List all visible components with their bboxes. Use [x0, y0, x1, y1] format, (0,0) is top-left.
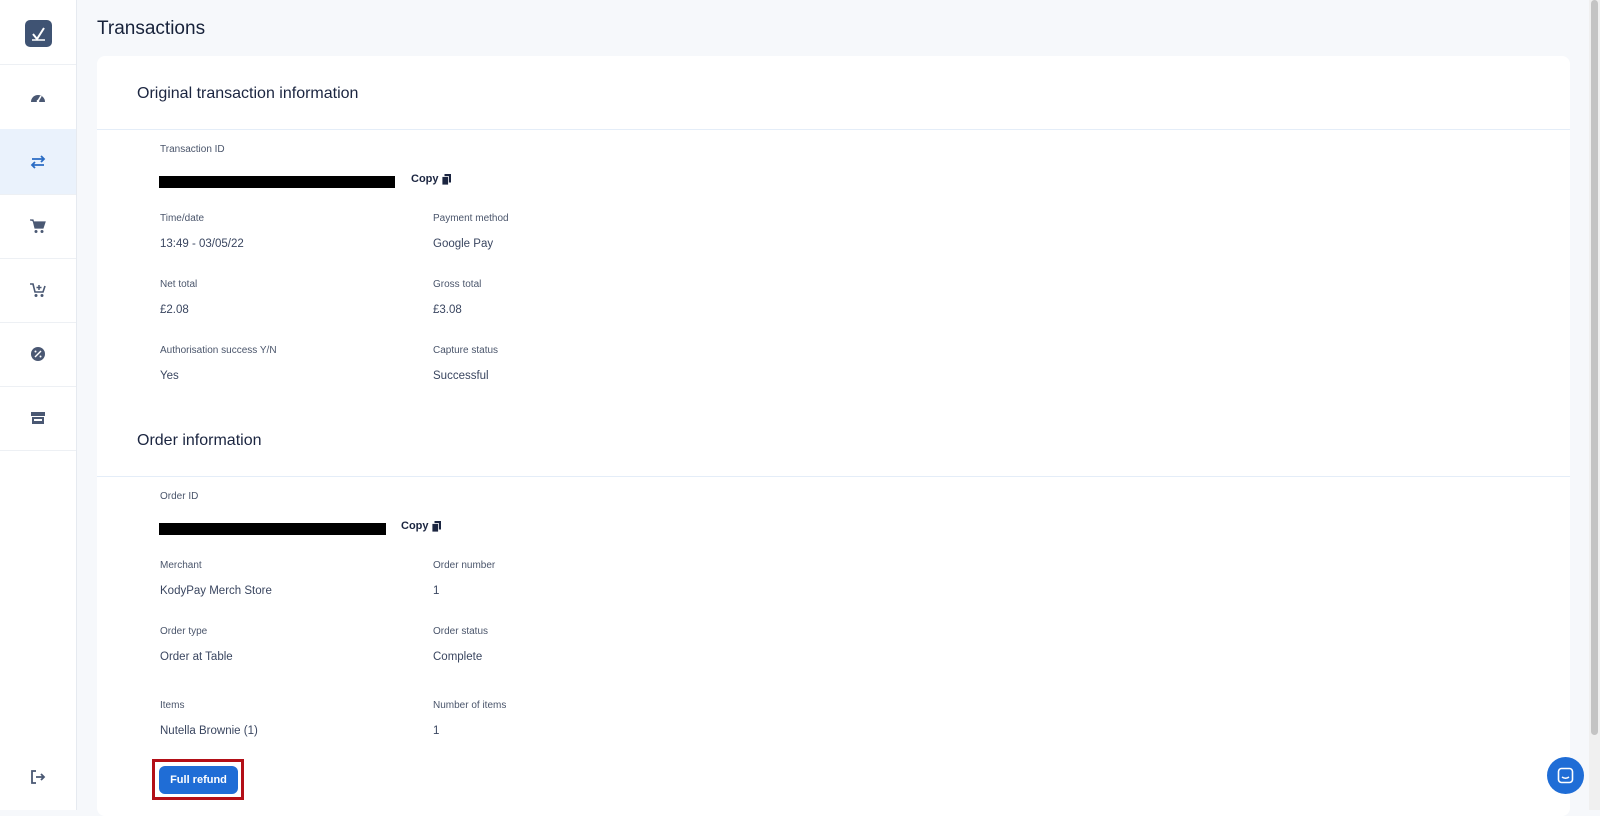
- transaction-id-label: Transaction ID: [160, 144, 225, 155]
- capture-status-value: Successful: [433, 370, 489, 382]
- sidebar-item-dashboard[interactable]: [0, 65, 76, 131]
- transaction-id-redacted: [159, 176, 395, 188]
- number-of-items-label: Number of items: [433, 700, 507, 711]
- section-divider: [97, 129, 1570, 130]
- page-scrollbar[interactable]: [1589, 0, 1600, 810]
- transfer-arrows-icon: [30, 154, 46, 169]
- time-date-label: Time/date: [160, 213, 205, 224]
- order-id-redacted: [159, 523, 386, 535]
- store-icon: [31, 411, 45, 424]
- copy-order-id-button[interactable]: Copy: [401, 520, 441, 532]
- discount-badge-icon: [31, 346, 45, 361]
- number-of-items-value: 1: [433, 725, 440, 737]
- items-label: Items: [160, 700, 185, 711]
- merchant-value: KodyPay Merch Store: [160, 585, 272, 597]
- transaction-details-card: Original transaction information Transac…: [97, 56, 1570, 816]
- chat-icon: [1557, 767, 1574, 784]
- gross-total-value: £3.08: [433, 304, 462, 316]
- order-section-title: Order information: [137, 432, 262, 449]
- sidebar: [0, 0, 77, 810]
- page-title: Transactions: [97, 18, 206, 39]
- order-status-value: Complete: [433, 651, 483, 663]
- sidebar-item-transactions[interactable]: [0, 129, 76, 195]
- order-number-value: 1: [433, 585, 440, 597]
- logout-icon[interactable]: [29, 768, 47, 786]
- scrollbar-thumb[interactable]: [1591, 0, 1598, 735]
- order-type-value: Order at Table: [160, 651, 233, 663]
- net-total-label: Net total: [160, 279, 198, 290]
- sidebar-item-add-order[interactable]: [0, 257, 76, 323]
- sidebar-item-orders[interactable]: [0, 193, 76, 259]
- section-divider: [97, 476, 1570, 477]
- cart-icon: [30, 218, 46, 233]
- gross-total-label: Gross total: [433, 279, 482, 290]
- chat-widget-button[interactable]: [1547, 757, 1584, 794]
- capture-status-label: Capture status: [433, 345, 499, 356]
- copy-label: Copy: [401, 520, 429, 532]
- items-value: Nutella Brownie (1): [160, 725, 258, 737]
- app-logo[interactable]: [25, 20, 52, 47]
- merchant-label: Merchant: [160, 560, 202, 571]
- transaction-section-title: Original transaction information: [137, 85, 359, 102]
- order-type-label: Order type: [160, 626, 208, 637]
- payment-method-label: Payment method: [433, 213, 509, 224]
- copy-icon: [441, 173, 451, 185]
- dashboard-icon: [31, 94, 45, 102]
- time-date-value: 13:49 - 03/05/22: [160, 238, 244, 250]
- payment-method-value: Google Pay: [433, 238, 494, 250]
- authorisation-value: Yes: [160, 370, 179, 382]
- checkmark-logo-icon: [32, 27, 45, 41]
- sidebar-item-store[interactable]: [0, 385, 76, 451]
- authorisation-label: Authorisation success Y/N: [160, 345, 277, 356]
- net-total-value: £2.08: [160, 304, 189, 316]
- cart-plus-icon: [30, 282, 46, 297]
- copy-transaction-id-button[interactable]: Copy: [411, 173, 451, 185]
- copy-icon: [431, 520, 441, 532]
- copy-label: Copy: [411, 173, 439, 185]
- order-id-label: Order ID: [160, 491, 199, 502]
- full-refund-button[interactable]: Full refund: [159, 766, 238, 794]
- order-number-label: Order number: [433, 560, 496, 571]
- sidebar-item-discounts[interactable]: [0, 321, 76, 387]
- order-status-label: Order status: [433, 626, 489, 637]
